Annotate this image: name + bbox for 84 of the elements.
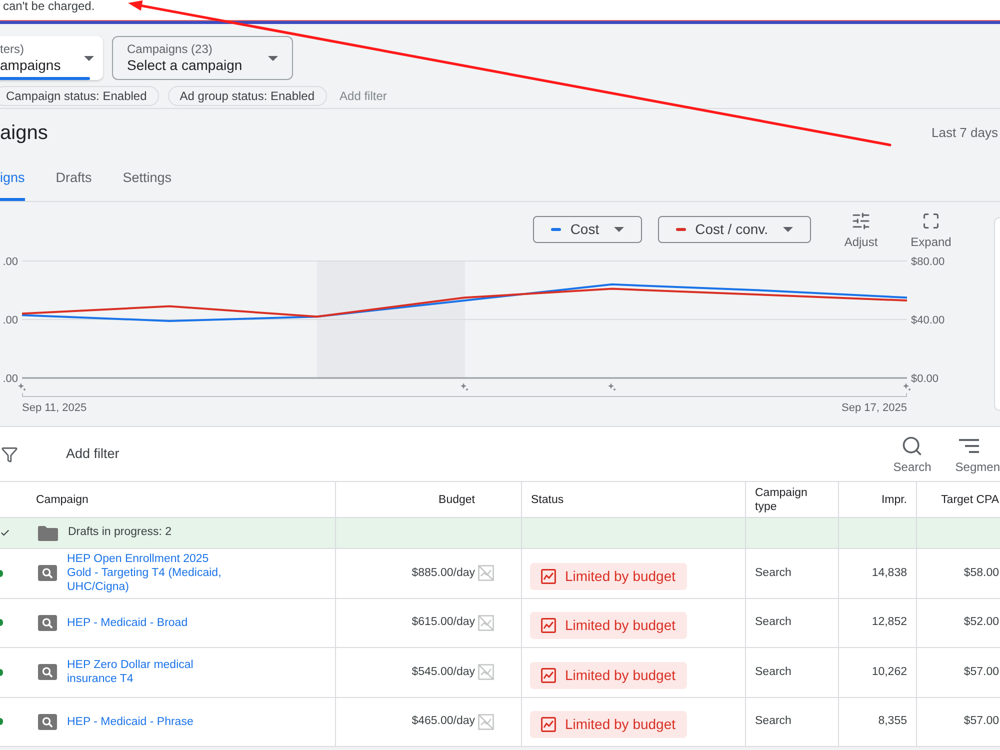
chart-icon xyxy=(541,568,556,584)
axis-label: $0.00 xyxy=(911,373,939,385)
date-range-label: Sep 11, 2025 xyxy=(22,402,87,415)
metric-selector[interactable]: Cost / conv. xyxy=(658,216,811,243)
drafts-text: Drafts in progress: 2 xyxy=(68,525,172,540)
target-cpa-text: $58.00 xyxy=(964,566,999,581)
column-header[interactable]: Campaign xyxy=(36,492,88,506)
caret-icon xyxy=(783,227,793,232)
caret-icon xyxy=(84,56,94,60)
axis-label: .00 xyxy=(2,373,18,385)
notice-text: can't be charged. xyxy=(3,0,96,12)
column-header[interactable]: Budget xyxy=(438,492,475,506)
axis-label: .00 xyxy=(2,256,18,268)
filter-icon[interactable] xyxy=(1,446,18,462)
campaign-type-text: Search xyxy=(755,566,792,581)
campaign-link[interactable]: HEP Zero Dollar medical insurance T4 xyxy=(67,658,225,686)
crossed-chart-icon xyxy=(478,664,494,680)
column-header[interactable]: Campaign type xyxy=(755,486,817,514)
tab[interactable]: Drafts xyxy=(56,157,92,201)
chart-action-button[interactable]: Adjust xyxy=(838,211,884,249)
tab[interactable]: igns xyxy=(0,157,25,201)
campaign-type-text: Search xyxy=(755,714,792,730)
axis-label: $80.00 xyxy=(911,256,945,268)
budget-text: $615.00/day xyxy=(412,615,475,630)
sparkle-icon xyxy=(460,383,468,391)
filter-dropdown[interactable]: Campaigns (23) Select a campaign xyxy=(112,36,293,80)
target-cpa-text: $52.00 xyxy=(964,615,999,630)
column-header[interactable]: Status xyxy=(531,492,564,506)
status-chip[interactable]: Limited by budget xyxy=(530,562,687,590)
caret-icon xyxy=(268,56,278,60)
axis-label: .00 xyxy=(2,314,18,326)
target-cpa-text: $57.00 xyxy=(964,664,999,680)
filter-dropdown[interactable]: ters) ampaigns xyxy=(0,36,103,80)
toolbar-action-button[interactable]: Segmen xyxy=(955,435,1000,474)
search-tile-icon xyxy=(38,565,57,582)
campaign-link[interactable]: HEP Open Enrollment 2025 Gold - Targeting T4 (Medicaid, UHC/Cigna) xyxy=(67,552,225,594)
budget-text: $545.00/day xyxy=(412,664,475,680)
target-cpa-text: $57.00 xyxy=(964,714,999,730)
budget-text: $465.00/day xyxy=(412,714,475,730)
column-header[interactable]: Impr. xyxy=(881,492,907,506)
check-icon xyxy=(0,528,10,538)
crossed-chart-icon xyxy=(478,565,494,582)
search-tile-icon xyxy=(38,714,57,730)
status-chip[interactable]: Limited by budget xyxy=(530,612,687,640)
chart-icon xyxy=(541,618,556,634)
impressions-text: 10,262 xyxy=(872,664,907,680)
campaign-type-text: Search xyxy=(755,664,792,680)
axis-label: $40.00 xyxy=(911,314,945,326)
sparkle-icon xyxy=(18,383,26,391)
chart-icon xyxy=(541,717,556,732)
campaign-type-text: Search xyxy=(755,615,792,630)
chart-icon xyxy=(541,668,556,683)
sparkle-icon xyxy=(608,383,616,391)
search-icon xyxy=(901,435,924,457)
add-filter-button[interactable]: Add filter xyxy=(66,444,120,464)
budget-text: $885.00/day xyxy=(412,566,475,581)
filter-chip[interactable]: Campaign status: Enabled xyxy=(0,86,159,106)
segment-icon xyxy=(959,439,980,453)
toolbar-action-button[interactable]: Search xyxy=(887,435,938,474)
sliders-icon xyxy=(851,211,871,231)
date-range-label: Sep 17, 2025 xyxy=(842,402,907,415)
chart-action-button[interactable]: Expand xyxy=(908,211,954,249)
crossed-chart-icon xyxy=(478,614,494,631)
impressions-text: 8,355 xyxy=(878,714,907,730)
tab[interactable]: Settings xyxy=(122,157,172,201)
impressions-text: 14,838 xyxy=(872,566,907,581)
campaign-link[interactable]: HEP - Medicaid - Broad xyxy=(67,616,225,630)
status-chip[interactable]: Limited by budget xyxy=(530,711,687,738)
sparkle-icon xyxy=(903,383,911,391)
campaign-link[interactable]: HEP - Medicaid - Phrase xyxy=(67,714,225,729)
add-filter-button[interactable]: Add filter xyxy=(340,87,387,105)
folder-icon xyxy=(38,526,58,540)
status-chip[interactable]: Limited by budget xyxy=(530,662,687,689)
filter-chip[interactable]: Ad group status: Enabled xyxy=(168,86,327,106)
column-header[interactable]: Target CPA xyxy=(941,492,999,506)
metric-selector[interactable]: Cost xyxy=(533,216,642,243)
crossed-chart-icon xyxy=(478,714,494,730)
date-range-button[interactable]: Last 7 days xyxy=(932,123,1000,143)
expand-icon xyxy=(922,212,940,230)
impressions-text: 12,852 xyxy=(872,615,907,630)
search-tile-icon xyxy=(38,664,57,680)
search-tile-icon xyxy=(38,614,57,631)
caret-icon xyxy=(614,227,624,232)
page-title: aigns xyxy=(0,121,48,146)
